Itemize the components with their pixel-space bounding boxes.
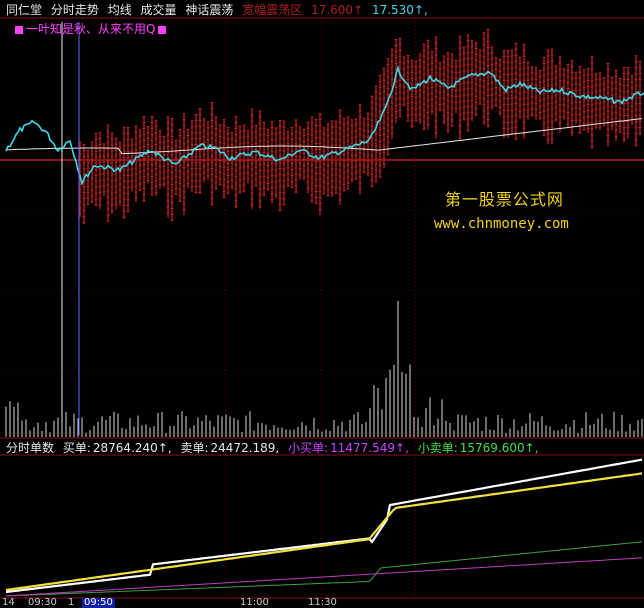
small-sell-value: 15769.600↑, <box>459 441 539 455</box>
time-label-selected[interactable]: 09:50 <box>82 598 115 608</box>
menu-fenshi[interactable]: 分时走势 <box>51 3 99 17</box>
watermark-title: 第一股票公式网 <box>444 190 564 209</box>
menu-chengjiaoliang[interactable]: 成交量 <box>141 3 177 17</box>
time-label: 11:30 <box>308 597 337 608</box>
small-buy-value: 11477.549↑, <box>330 441 409 455</box>
time-label: 1 <box>68 597 75 608</box>
sell-label: 卖单: <box>180 441 209 455</box>
menu-junxian[interactable]: 均线 <box>108 3 132 17</box>
formula-legend: 一叶知是秋、从来不用Q <box>12 22 169 36</box>
indicator-value-2: 17.530↑, <box>371 3 428 17</box>
small-buy-label: 小买单: <box>288 441 329 455</box>
chart-canvas <box>0 17 644 599</box>
small-sell-label: 小卖单: <box>417 441 458 455</box>
stock-chart-window: 同仁堂 分时走势 均线 成交量 神话震荡 宽幅震荡区 17.600↑ 17.53… <box>0 0 644 608</box>
small-sell-count-line <box>5 541 643 597</box>
legend-square-icon <box>15 25 23 34</box>
lower-panel-header: 分时单数 买单: 28764.240↑, 卖单: 24472.189, 小买单: 11… <box>6 440 544 456</box>
top-header: 同仁堂 分时走势 均线 成交量 神话震荡 宽幅震荡区 17.600↑ 17.53… <box>6 2 433 18</box>
time-label: 11:00 <box>240 597 269 608</box>
watermark-url: www.chnmoney.com <box>434 216 569 232</box>
stock-name: 同仁堂 <box>6 3 43 17</box>
lower-panel-title: 分时单数 <box>6 441 55 455</box>
sell-value: 24472.189, <box>210 441 280 455</box>
sell-count-line <box>5 472 643 592</box>
legend-square-icon <box>158 25 167 34</box>
legend-text: 一叶知是秋、从来不用Q <box>26 22 156 36</box>
indicator-label: 宽幅震荡区 <box>242 3 303 17</box>
buy-count-line <box>5 458 643 594</box>
indicator-value-1: 17.600↑ <box>311 3 364 17</box>
time-axis: 14 09:30 1 09:50 11:00 11:30 <box>0 598 644 608</box>
time-label: 09:30 <box>28 597 57 608</box>
watermark: 第一股票公式网 www.chnmoney.com <box>434 186 569 232</box>
buy-value: 28764.240↑, <box>92 441 172 455</box>
buy-label: 买单: <box>62 441 91 455</box>
menu-shenhua[interactable]: 神话震荡 <box>185 3 233 17</box>
time-label: 14 <box>2 597 15 608</box>
